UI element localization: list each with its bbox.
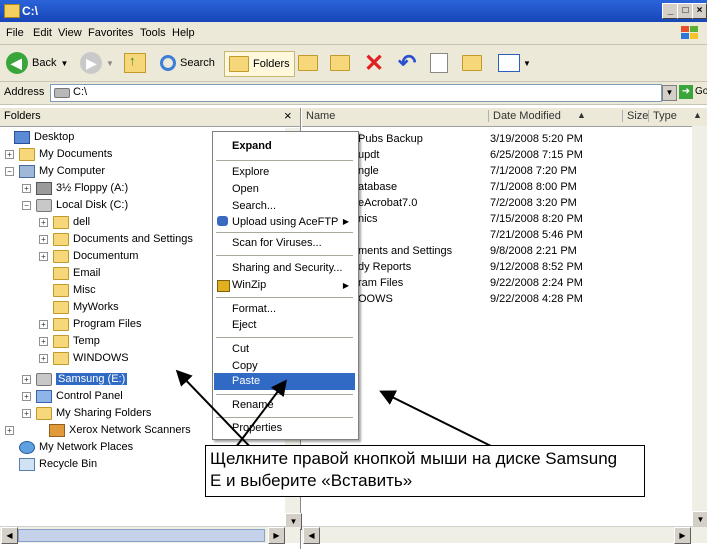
callout-text-line-1: Щелкните правой кнопкой мыши на диске Sa…: [210, 449, 618, 468]
arrow-to-file-list: [379, 390, 496, 449]
arrow-to-samsung: [175, 369, 259, 456]
instruction-callout: Щелкните правой кнопкой мыши на диске Sa…: [205, 445, 645, 497]
callout-text-line-2: E и выберите «Вставить»: [210, 471, 413, 490]
